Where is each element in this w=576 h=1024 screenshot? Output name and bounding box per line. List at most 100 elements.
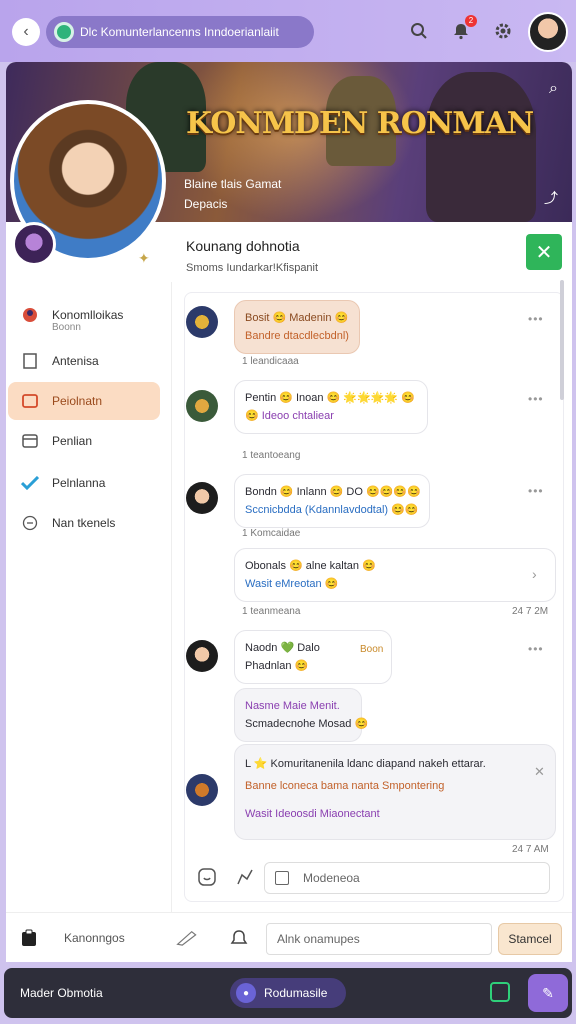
check-icon <box>20 473 40 493</box>
scrollbar[interactable] <box>560 280 564 400</box>
pill-icon: ● <box>236 983 256 1003</box>
bottom-nav-label[interactable]: Mader Obmotia <box>20 986 103 1000</box>
share-icon[interactable]: ⤴ <box>544 188 558 208</box>
chat-circle-icon <box>20 513 40 533</box>
message-avatar[interactable] <box>186 306 218 338</box>
back-arrow-icon: ‹ <box>23 23 29 40</box>
more-options-icon[interactable]: ••• <box>528 484 544 498</box>
chat-subtitle: Smoms Iundarkar!Kfispanit <box>186 262 319 274</box>
sidebar-item-profile[interactable]: Konomlloikas Boonn <box>8 296 160 334</box>
message-line: Bandre dtacdlecbdnl) <box>245 330 349 342</box>
message-line: Nasme Maie Menit. <box>245 700 340 712</box>
secondary-avatar[interactable] <box>12 222 56 266</box>
gear-icon[interactable] <box>490 18 516 44</box>
sidebar: Konomlloikas Boonn Antenisa Peiolnatn Pe… <box>6 282 172 912</box>
message-line: Wasit Ideoosdi Miaonectant <box>245 808 380 820</box>
format-icon <box>275 871 289 885</box>
sidebar-item-label: Nan tkenels <box>52 516 116 530</box>
more-options-icon[interactable]: ••• <box>528 642 544 656</box>
message-bubble[interactable]: Obonals 😊 alne kaltan 😊 Wasit eMreotan 😊 <box>234 548 556 602</box>
close-icon: ✕ <box>535 241 553 264</box>
sidebar-item-bookmarks[interactable]: Antenisa <box>8 342 160 380</box>
message-line: 😊 Ideoo chtaliear <box>245 410 334 422</box>
message-line: L ⭐ Komuritanenila ldanc diapand nakeh e… <box>245 758 486 770</box>
user-badge-icon <box>20 305 40 325</box>
banner-subtitle-line2: Depacis <box>184 197 228 211</box>
message-meta: 1 teanmeana <box>242 606 301 617</box>
message-line: Bosit 😊 Madenin 😊 <box>245 312 349 324</box>
sidebar-item-label: Pelnlanna <box>52 476 106 490</box>
message-bubble: L ⭐ Komuritanenila ldanc diapand nakeh e… <box>234 744 556 840</box>
message-line: Sccnicbdda (Kdannlavdodtal) 😊😊 <box>245 504 419 516</box>
user-avatar[interactable] <box>528 12 568 52</box>
close-icon[interactable]: ✕ <box>534 764 546 780</box>
banner-search-icon[interactable]: ⌕ <box>549 80 558 98</box>
close-button[interactable]: ✕ <box>526 234 562 270</box>
message-input-placeholder: Modeneoa <box>303 871 360 885</box>
message-bubble: Bondn 😊 Inlann 😊 DO 😊😊😊😊 Sccnicbdda (Kda… <box>234 474 430 528</box>
bottom-nav: Mader Obmotia ● Rodumasile ✎ <box>4 968 572 1018</box>
banner-subtitle: Blaine tlais Gamat Depacis <box>184 174 281 214</box>
message-line: Wasit eMreotan 😊 <box>245 578 339 590</box>
chat-title: Kounang dohnotia <box>186 238 300 254</box>
sidebar-item-windows[interactable]: Penlian <box>8 422 160 460</box>
bottom-nav-pill-label: Rodumasile <box>264 986 328 1000</box>
sidebar-item-channels[interactable]: Nan tkenels <box>8 504 160 542</box>
sidebar-item-label: Peiolnatn <box>52 394 103 408</box>
gallery-icon[interactable] <box>490 982 510 1002</box>
sidebar-item-label: Penlian <box>52 434 93 448</box>
sidebar-item-tasks[interactable]: Pelnlanna <box>8 464 160 502</box>
sparkle-icon: ✦ <box>138 250 150 266</box>
attachment-icon[interactable] <box>234 866 256 888</box>
toolbar-label: Kanonngos <box>64 931 125 945</box>
window-icon <box>20 431 40 451</box>
search-icon[interactable] <box>406 18 432 44</box>
emoji-icon[interactable] <box>196 866 218 888</box>
bottom-toolbar: Kanonngos Alnk onamupes Stamcel <box>6 912 572 962</box>
address-text: Dlc Komunterlancenns Inndoerianlaiit <box>80 25 279 39</box>
message-avatar[interactable] <box>186 390 218 422</box>
more-options-icon[interactable]: ••• <box>528 312 544 326</box>
sidebar-item-label: Konomlloikas <box>52 308 124 322</box>
bottom-nav-pill[interactable]: ● Rodumasile <box>230 978 346 1008</box>
pen-icon[interactable] <box>176 927 198 949</box>
clipboard-icon[interactable] <box>18 927 40 949</box>
message-line: Obonals 😊 alne kaltan 😊 <box>245 560 376 572</box>
compose-button[interactable]: ✎ <box>528 974 568 1012</box>
message-meta: 1 teantoeang <box>242 450 301 461</box>
message-time: 24 7 AM <box>512 844 549 855</box>
sidebar-item-label: Antenisa <box>52 354 99 368</box>
sidebar-item-sublabel: Boonn <box>52 322 81 333</box>
banner-subtitle-line1: Blaine tlais Gamat <box>184 177 282 191</box>
notification-badge: 2 <box>465 15 477 27</box>
bell-outline-icon[interactable] <box>228 927 250 949</box>
more-options-icon[interactable]: ••• <box>528 392 544 406</box>
message-meta: 1 Komcaidae <box>242 528 301 539</box>
message-bubble: Nasme Maie Menit. Scmadecnohe Mosad 😊 <box>234 688 369 742</box>
message-line: Banne lconeca bama nanta Smpontering <box>245 780 445 792</box>
chevron-right-icon[interactable]: › <box>532 566 538 582</box>
sidebar-item-gallery[interactable]: Peiolnatn <box>8 382 160 420</box>
message-line: Scmadecnohe Mosad 😊 <box>245 718 369 730</box>
message-composer: Modeneoa <box>178 856 558 900</box>
message-bubble: Bosit 😊 Madenin 😊 Bandre dtacdlecbdnl) <box>234 300 360 354</box>
message-avatar[interactable] <box>186 640 218 672</box>
address-bar[interactable]: Dlc Komunterlancenns Inndoerianlaiit <box>46 16 314 48</box>
message-avatar[interactable] <box>186 774 218 806</box>
back-button[interactable]: ‹ <box>12 18 40 46</box>
chat-header: Kounang dohnotia Smoms Iundarkar!Kfispan… <box>184 232 564 282</box>
bookmark-icon <box>20 351 40 371</box>
toolbar-input[interactable]: Alnk onamupes <box>266 923 492 955</box>
message-input[interactable]: Modeneoa <box>264 862 550 894</box>
banner-character-right <box>426 72 536 222</box>
message-time: 24 7 2M <box>512 606 549 617</box>
compose-icon: ✎ <box>542 984 554 1001</box>
notifications-button[interactable]: 2 <box>448 15 477 44</box>
message-line: Phadnlan 😊 <box>245 660 309 672</box>
message-avatar[interactable] <box>186 482 218 514</box>
cancel-button[interactable]: Stamcel <box>498 923 562 955</box>
message-line: Pentin 😊 Inoan 😊 🌟🌟🌟🌟 😊 <box>245 392 415 404</box>
top-bar: ‹ Dlc Komunterlancenns Inndoerianlaiit 2 <box>0 0 576 62</box>
image-icon <box>20 391 40 411</box>
message-bubble: Pentin 😊 Inoan 😊 🌟🌟🌟🌟 😊 😊 Ideoo chtaliea… <box>234 380 428 434</box>
